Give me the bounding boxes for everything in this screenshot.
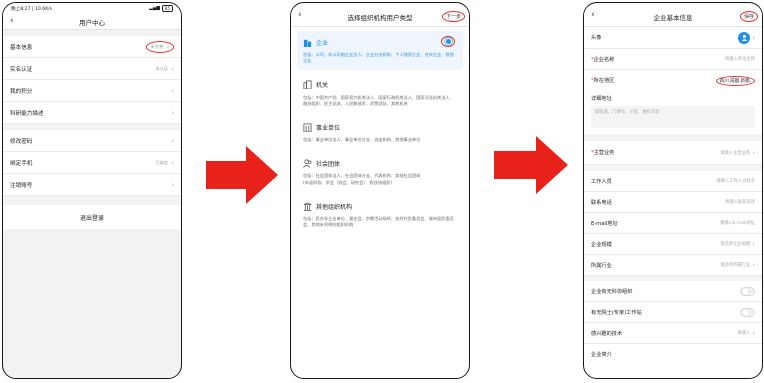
- toggle-row-workstation: 有无院士(专家)工作站: [584, 302, 762, 323]
- phone-enterprise-info: ‹ 企业基本信息 保存 头像 › *企业名称 请输入单位名称 *所在地区 四川,…: [583, 2, 763, 379]
- field-region[interactable]: *所在地区 四川,成都,新都,: [584, 70, 762, 91]
- nav-bar: ‹ 选择组织机构用户类型 下一步: [291, 7, 469, 27]
- back-icon[interactable]: ‹: [591, 10, 595, 20]
- address-input[interactable]: 如街道、门牌号、小区、楼栋号等: [591, 106, 755, 128]
- save-button[interactable]: 保存: [739, 11, 758, 22]
- region-value: 四川,成都,新都,: [715, 75, 755, 86]
- toggle-row-sci-assoc: 企业有无科协组织: [584, 281, 762, 302]
- row-points[interactable]: 我的积分 ›: [3, 80, 181, 102]
- chevron-right-icon: ›: [166, 42, 169, 51]
- row-basic-info[interactable]: 基本信息 未完善 ›: [3, 36, 181, 58]
- page-title: 选择组织机构用户类型: [347, 13, 413, 22]
- status-bar: 晚上8:27 | 10.6K/s ▂▄▆ 85: [3, 3, 181, 14]
- chevron-right-icon: ›: [171, 136, 174, 145]
- group-icon: [303, 159, 312, 168]
- chevron-right-icon: ›: [752, 148, 755, 157]
- field-main-business[interactable]: *主营业务 请输入主营业务 ›: [584, 141, 762, 165]
- phone-org-type: ‹ 选择组织机构用户类型 下一步 企业 包括：公司、非公司制企业法人、企业分支机…: [290, 2, 470, 379]
- chevron-right-icon: ›: [171, 180, 174, 189]
- signal-icon: ▂▄▆: [149, 6, 160, 11]
- institution-icon: [303, 123, 312, 132]
- chevron-right-icon: ›: [171, 64, 174, 73]
- org-type-government[interactable]: 机关 包括：中国共产党、国家权力机关法人、国家行政机关法人、国家司法机关法人、政…: [297, 74, 463, 113]
- field-interest-tech[interactable]: 感兴趣的技术 请输入 ›: [584, 323, 762, 344]
- selected-radio[interactable]: [441, 36, 455, 47]
- chevron-right-icon: ›: [171, 108, 174, 117]
- page-title: 企业基本信息: [653, 13, 693, 22]
- nav-bar: ‹ 用户中心: [3, 14, 181, 30]
- row-change-password[interactable]: 修改密码 ›: [3, 130, 181, 152]
- workstation-toggle[interactable]: [740, 307, 755, 317]
- org-type-institution[interactable]: 事业单位 包括：事业单位法人、事业单位分支、派出机构、其他事业单位: [297, 116, 463, 148]
- chevron-right-icon: ›: [171, 86, 174, 95]
- row-research-ability[interactable]: 科研能力描述 ›: [3, 102, 181, 124]
- tutorial-stage: 晚上8:27 | 10.6K/s ▂▄▆ 85 ‹ 用户中心 基本信息 未完善 ›…: [0, 0, 764, 383]
- address-label: 详细地址: [591, 96, 612, 102]
- government-icon: [303, 80, 312, 90]
- field-company-name[interactable]: *企业名称 请输入单位名称: [584, 49, 762, 70]
- row-real-name[interactable]: 实名认证 未认证 ›: [3, 58, 181, 80]
- back-icon[interactable]: ‹: [10, 16, 14, 26]
- next-button[interactable]: 下一步: [441, 11, 465, 22]
- battery-icon: 85: [161, 5, 173, 12]
- logout-button[interactable]: 退出登录: [3, 205, 181, 229]
- nav-bar: ‹ 企业基本信息 保存: [584, 7, 762, 27]
- field-company-size[interactable]: 企业规模 请选择企业规模 ›: [584, 234, 762, 255]
- field-staff[interactable]: 工作人员 请输入工作人员姓名: [584, 171, 762, 192]
- org-type-social-group[interactable]: 社会团体 包括：社会团体法人、社会团体分支、代表机构、其他社会团体 (市县科协、…: [297, 152, 463, 191]
- user-icon: [741, 34, 747, 41]
- field-company-intro[interactable]: 企业简介: [584, 344, 762, 365]
- right-arrow-icon: [206, 146, 278, 204]
- org-type-other[interactable]: 其他组织机构 包括：民办非企业单位、基金会、宗教活动场所、农村村民委员会、城市居…: [297, 195, 463, 234]
- building-icon: [303, 39, 312, 47]
- right-arrow-icon: [494, 136, 568, 194]
- field-phone[interactable]: 联系电话 请输入联系电话: [584, 192, 762, 213]
- chevron-right-icon: ›: [752, 261, 755, 269]
- back-icon[interactable]: ‹: [298, 10, 302, 20]
- chevron-right-icon: ›: [752, 240, 755, 248]
- avatar-row[interactable]: 头像 ›: [584, 27, 762, 49]
- page-title: 用户中心: [79, 18, 105, 27]
- row-cancel-account[interactable]: 注销账号 ›: [3, 174, 181, 196]
- basic-info-status: 未完善 ›: [145, 40, 174, 53]
- org-type-enterprise[interactable]: 企业 包括：公司、非公司制企业法人、企业分支机构、个人独资企业、合伙企业、其他企…: [297, 31, 463, 70]
- row-bind-phone[interactable]: 绑定手机 已绑定 ›: [3, 152, 181, 174]
- chevron-right-icon: ›: [752, 33, 755, 42]
- chevron-right-icon: ›: [171, 158, 174, 167]
- sci-assoc-toggle[interactable]: [740, 286, 755, 296]
- status-time: 晚上8:27 | 10.6K/s: [11, 6, 53, 12]
- phone-user-center: 晚上8:27 | 10.6K/s ▂▄▆ 85 ‹ 用户中心 基本信息 未完善 ›…: [2, 2, 182, 379]
- field-industry[interactable]: 所属行业 请选择所属行业 ›: [584, 255, 762, 276]
- avatar[interactable]: [738, 31, 751, 44]
- other-org-icon: [303, 202, 312, 211]
- chevron-right-icon: ›: [752, 329, 755, 337]
- field-email[interactable]: E-mail地址 请输入E-mail地址: [584, 213, 762, 234]
- org-type-list: 企业 包括：公司、非公司制企业法人、企业分支机构、个人独资企业、合伙企业、其他企…: [291, 27, 469, 242]
